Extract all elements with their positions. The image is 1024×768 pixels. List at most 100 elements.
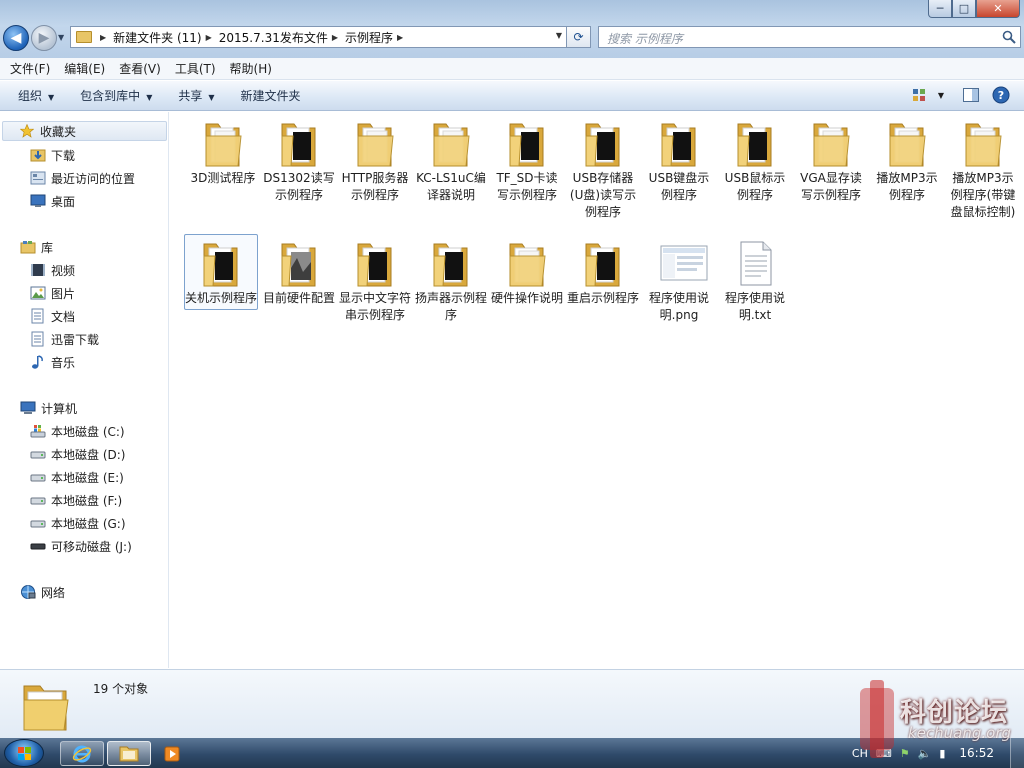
sidebar-item-videos[interactable]: 视频 — [30, 260, 75, 280]
file-item[interactable]: USB存储器(U盘)读写示例程序 — [567, 118, 639, 221]
sidebar-item-label: 最近访问的位置 — [51, 171, 136, 186]
taskbar-internet-explorer[interactable] — [60, 741, 104, 766]
address-bar[interactable]: ▶ 新建文件夹 (11) ▶ 2015.7.31发布文件 ▶ 示例程序 ▶ ▼ — [70, 26, 567, 48]
taskbar-windows-explorer[interactable] — [107, 741, 151, 766]
folder-icon — [431, 118, 471, 168]
taskbar: CH ⌨ ⚑ 🔈 ▮ 16:52 — [0, 738, 1024, 768]
volume-icon[interactable]: 🔈 — [918, 747, 932, 760]
file-item[interactable]: 程序使用说明.txt — [719, 238, 791, 324]
sidebar-item-documents[interactable]: 文档 — [30, 306, 75, 326]
help-icon[interactable]: ? — [992, 86, 1010, 104]
organize-button[interactable]: 组织 ▼ — [10, 87, 62, 104]
network-icon — [20, 584, 36, 600]
sidebar-favorites[interactable]: 收藏夹 — [2, 121, 167, 141]
internet-explorer-icon — [72, 745, 92, 762]
network-tray-icon[interactable]: ▮ — [939, 747, 945, 760]
language-indicator[interactable]: CH — [852, 747, 868, 760]
sidebar-item-downloads[interactable]: 下载 — [30, 145, 75, 165]
file-item[interactable]: HTTP服务器示例程序 — [339, 118, 411, 204]
taskbar-media-player[interactable] — [160, 741, 184, 766]
sidebar-item-drive-j[interactable]: 可移动磁盘 (J:) — [30, 536, 132, 556]
file-item[interactable]: USB鼠标示例程序 — [719, 118, 791, 204]
menu-help[interactable]: 帮助(H) — [224, 60, 278, 77]
file-item[interactable]: USB键盘示例程序 — [643, 118, 715, 204]
sidebar-item-pictures[interactable]: 图片 — [30, 283, 75, 303]
breadcrumb-segment[interactable]: 示例程序 — [345, 29, 393, 46]
file-item[interactable]: 播放MP3示例程序(带键盘鼠标控制) — [947, 118, 1019, 221]
folder-icon — [279, 118, 319, 168]
back-button[interactable]: ◀ — [3, 25, 29, 51]
change-view-icon[interactable] — [910, 86, 928, 104]
sidebar-item-thunder-downloads[interactable]: 迅雷下载 — [30, 329, 99, 349]
chevron-right-icon[interactable]: ▶ — [332, 33, 338, 42]
forward-button[interactable]: ▶ — [31, 25, 57, 51]
sidebar-network[interactable]: 网络 — [20, 582, 65, 602]
chevron-right-icon[interactable]: ▶ — [100, 33, 106, 42]
txt-file-icon — [735, 238, 775, 288]
file-name: USB鼠标示例程序 — [724, 171, 786, 202]
menu-view[interactable]: 查看(V) — [113, 60, 167, 77]
sidebar-item-drive-e[interactable]: 本地磁盘 (E:) — [30, 467, 124, 487]
file-item[interactable]: 扬声器示例程序 — [415, 238, 487, 324]
recent-pages-dropdown[interactable]: ▼ — [58, 33, 64, 42]
menu-tools[interactable]: 工具(T) — [169, 60, 222, 77]
preview-pane-icon[interactable] — [962, 86, 980, 104]
chevron-right-icon[interactable]: ▶ — [397, 33, 403, 42]
file-item[interactable]: VGA显存读写示例程序 — [795, 118, 867, 204]
computer-icon — [20, 400, 36, 416]
folder-icon — [119, 746, 139, 761]
breadcrumb-segment[interactable]: 新建文件夹 (11) — [113, 29, 201, 46]
file-item[interactable]: 关机示例程序 — [184, 234, 258, 310]
folder-icon — [659, 118, 699, 168]
search-input[interactable]: 搜索 示例程序 — [598, 26, 1021, 48]
details-pane: 19 个对象 — [0, 669, 1024, 738]
sidebar-item-drive-g[interactable]: 本地磁盘 (G:) — [30, 513, 126, 533]
file-item[interactable]: 重启示例程序 — [567, 238, 639, 307]
breadcrumb-segment[interactable]: 2015.7.31发布文件 — [219, 29, 328, 46]
share-button[interactable]: 共享 ▼ — [170, 87, 222, 104]
folder-icon — [735, 118, 775, 168]
recent-places-icon — [30, 170, 46, 186]
menu-file[interactable]: 文件(F) — [4, 60, 56, 77]
folder-icon — [355, 118, 395, 168]
sidebar-item-desktop[interactable]: 桌面 — [30, 191, 75, 211]
menu-edit[interactable]: 编辑(E) — [58, 60, 111, 77]
file-item[interactable]: 显示中文字符串示例程序 — [339, 238, 411, 324]
hard-drive-icon — [30, 446, 46, 462]
flag-icon[interactable]: ⚑ — [900, 747, 910, 760]
file-item[interactable]: DS1302读写示例程序 — [263, 118, 335, 204]
file-item[interactable]: 播放MP3示例程序 — [871, 118, 943, 204]
sidebar-network-label: 网络 — [41, 585, 66, 600]
keyboard-icon[interactable]: ⌨ — [876, 747, 892, 760]
refresh-button[interactable]: ⟳ — [567, 26, 591, 48]
file-item[interactable]: KC-LS1uC编译器说明 — [415, 118, 487, 204]
sidebar-item-drive-d[interactable]: 本地磁盘 (D:) — [30, 444, 125, 464]
sidebar-item-label: 本地磁盘 (E:) — [51, 470, 124, 485]
sidebar-computer[interactable]: 计算机 — [20, 398, 77, 418]
file-name: 播放MP3示例程序 — [876, 171, 938, 202]
sidebar-item-recent-places[interactable]: 最近访问的位置 — [30, 168, 135, 188]
clock[interactable]: 16:52 — [959, 746, 994, 760]
sidebar-item-music[interactable]: 音乐 — [30, 352, 75, 372]
chevron-down-icon[interactable]: ▼ — [556, 31, 562, 40]
sidebar-item-drive-c[interactable]: 本地磁盘 (C:) — [30, 421, 125, 441]
show-desktop-button[interactable] — [1010, 738, 1024, 768]
include-in-library-button[interactable]: 包含到库中 ▼ — [72, 87, 160, 104]
chevron-down-icon[interactable]: ▼ — [932, 86, 950, 104]
close-button[interactable]: ✕ — [976, 0, 1020, 18]
maximize-button[interactable]: □ — [952, 0, 976, 18]
start-button[interactable] — [4, 739, 44, 767]
file-item[interactable]: 程序使用说明.png — [643, 238, 715, 324]
search-icon[interactable] — [1002, 30, 1016, 44]
file-name: 重启示例程序 — [567, 291, 640, 305]
folder-icon — [963, 118, 1003, 168]
file-item[interactable]: 3D测试程序 — [187, 118, 259, 187]
file-item[interactable]: 硬件操作说明 — [491, 238, 563, 307]
sidebar-libraries[interactable]: 库 — [20, 237, 53, 257]
chevron-right-icon[interactable]: ▶ — [206, 33, 212, 42]
file-item[interactable]: TF_SD卡读写示例程序 — [491, 118, 563, 204]
new-folder-button[interactable]: 新建文件夹 — [233, 87, 309, 104]
minimize-button[interactable]: ─ — [928, 0, 952, 18]
file-item[interactable]: 目前硬件配置 — [263, 238, 335, 307]
sidebar-item-drive-f[interactable]: 本地磁盘 (F:) — [30, 490, 122, 510]
